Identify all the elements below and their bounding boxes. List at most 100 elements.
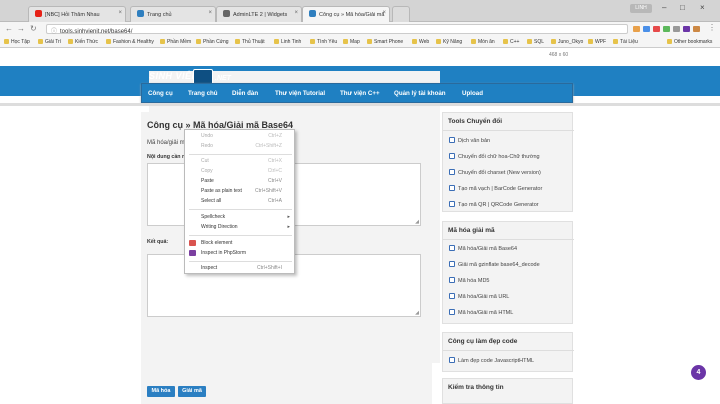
nav-tutorial-library[interactable]: Thư viện Tutorial <box>275 90 325 97</box>
nav-tools[interactable]: Công cụ <box>148 90 173 97</box>
extension-icon[interactable] <box>693 26 700 32</box>
menu-item-block-element[interactable]: Block element <box>201 240 232 246</box>
menu-item-select-all[interactable]: Select all <box>201 198 221 204</box>
url-text: tools.sinhvienit.net/base64/ <box>60 29 133 35</box>
close-window-icon[interactable]: × <box>700 3 705 12</box>
page-icon <box>223 10 230 17</box>
profile-chip[interactable]: LINH <box>630 4 652 13</box>
sidebar-link[interactable]: Tạo mã vạch | BarCode Generator <box>449 185 542 192</box>
sidebar-link[interactable]: Mã hóa/Giải mã URL <box>449 293 509 300</box>
sidebar-link[interactable]: Giải mã gzinflate base64_decode <box>449 261 540 268</box>
decode-button[interactable]: Giải mã <box>178 386 206 397</box>
bookmark[interactable]: Tài Liệu <box>613 39 638 45</box>
link-icon <box>449 201 455 207</box>
nav-forum[interactable]: Diễn đàn <box>232 90 258 97</box>
other-bookmarks[interactable]: Other bookmarks <box>667 39 712 45</box>
close-icon[interactable]: × <box>118 10 122 16</box>
bookmark[interactable]: Kỹ Năng <box>436 39 462 45</box>
browser-tab[interactable]: AdminLTE 2 | Widgets × <box>216 6 302 22</box>
menu-item-copy[interactable]: Copy <box>201 168 213 174</box>
extension-icon[interactable] <box>643 26 650 32</box>
nav-home[interactable]: Trang chủ <box>188 90 218 97</box>
bookmark[interactable]: Thủ Thuật <box>235 39 265 45</box>
bookmark[interactable]: Fashion & Healthy <box>106 39 154 45</box>
menu-item-spellcheck[interactable]: Spellcheck <box>201 214 225 220</box>
folder-icon <box>4 39 9 44</box>
menu-item-cut[interactable]: Cut <box>201 158 209 164</box>
menu-item-inspect-phpstorm[interactable]: Inspect in PhpStorm <box>201 250 246 256</box>
menu-item-redo[interactable]: Redo <box>201 143 213 149</box>
link-icon <box>449 293 455 299</box>
url-field[interactable]: ⓘ tools.sinhvienit.net/base64/ <box>46 24 628 35</box>
folder-icon <box>196 39 201 44</box>
menu-item-paste[interactable]: Paste <box>201 178 214 184</box>
bookmark[interactable]: Linh Tinh <box>274 39 301 45</box>
youtube-icon <box>35 10 42 17</box>
bookmark[interactable]: Học Tập <box>4 39 30 45</box>
browser-tab[interactable]: Trang chủ × <box>130 6 216 22</box>
bookmark[interactable]: C++ <box>503 39 519 45</box>
sidebar-link[interactable]: Tạo mã QR | QRCode Generator <box>449 201 539 208</box>
bookmark[interactable]: Smart Phone <box>367 39 403 45</box>
extension-icon[interactable] <box>633 26 640 32</box>
page-icon <box>137 10 144 17</box>
extension-icon[interactable] <box>653 26 660 32</box>
nav-cpp-library[interactable]: Thư viện C++ <box>340 90 380 97</box>
sidebar-link[interactable]: Mã hóa/Giải mã Base64 <box>449 245 517 252</box>
folder-icon <box>436 39 441 44</box>
forward-icon[interactable]: → <box>17 24 25 33</box>
extension-icon[interactable] <box>663 26 670 32</box>
menu-icon[interactable]: ⋮ <box>708 23 716 32</box>
minimize-icon[interactable]: – <box>662 3 666 12</box>
browser-tab[interactable]: [NBC] Hỏi Thăm Nhau × <box>28 6 126 22</box>
reload-icon[interactable]: ↻ <box>30 24 37 33</box>
sidebar-link[interactable]: Mã hóa/Giải mã HTML <box>449 309 513 316</box>
bookmark[interactable]: Map <box>343 39 360 45</box>
tab-title: AdminLTE 2 | Widgets <box>233 12 288 18</box>
close-icon[interactable]: × <box>208 10 212 16</box>
menu-item-writing-direction[interactable]: Writing Direction <box>201 224 238 230</box>
menu-item-undo[interactable]: Undo <box>201 133 213 139</box>
tab-title: Trang chủ <box>147 12 172 18</box>
bookmark[interactable]: Phần Cứng <box>196 39 229 45</box>
sidebar-link[interactable]: Chuyển đổi charset (New version) <box>449 169 541 176</box>
close-icon[interactable]: × <box>294 10 298 16</box>
bookmark[interactable]: Kiến Thức <box>68 39 98 45</box>
bookmark[interactable]: Web <box>412 39 429 45</box>
bookmark[interactable]: Giải Trí <box>38 39 61 45</box>
back-icon[interactable]: ← <box>5 24 13 33</box>
extension-icon[interactable] <box>683 26 690 32</box>
sidebar-link[interactable]: Mã hóa MD5 <box>449 277 490 284</box>
panel-title: Mã hóa giải mã <box>448 227 495 234</box>
bookmark[interactable]: Phần Mềm <box>160 39 191 45</box>
encode-button[interactable]: Mã hóa <box>147 386 175 397</box>
sidebar-link[interactable]: Dịch văn bản <box>449 137 490 144</box>
link-icon <box>449 309 455 315</box>
bookmark[interactable]: SQL <box>527 39 544 45</box>
browser-tab-active[interactable]: Công cụ » Mã hóa/Giải mã × <box>302 6 390 22</box>
ad-size-label: 468 x 60 <box>549 52 569 58</box>
resize-handle-icon[interactable]: ◢ <box>415 219 419 225</box>
resize-handle-icon[interactable]: ◢ <box>415 310 419 316</box>
shortcut: Ctrl+Shift+I <box>256 265 282 271</box>
menu-separator <box>189 235 292 236</box>
shortcut: Ctrl+A <box>267 198 282 204</box>
maximize-icon[interactable]: □ <box>680 3 685 12</box>
bookmark[interactable]: WPF <box>588 39 606 45</box>
folder-icon <box>274 39 279 44</box>
sidebar-link[interactable]: Làm đẹp code JavascriptHTML <box>449 357 534 364</box>
menu-item-paste-plain[interactable]: Paste as plain text <box>201 188 242 194</box>
close-icon[interactable]: × <box>382 10 386 16</box>
nav-account[interactable]: Quản lý tài khoản <box>394 90 446 97</box>
sidebar-link[interactable]: Chuyển đổi chữ hoa-Chữ thường <box>449 153 540 160</box>
nav-upload[interactable]: Upload <box>462 90 483 97</box>
notification-badge-button[interactable]: 4 <box>691 365 706 380</box>
shortcut: Ctrl+Shift+Z <box>255 143 282 149</box>
extension-icon[interactable] <box>673 26 680 32</box>
bookmark[interactable]: Juno_Okyo <box>551 39 583 45</box>
menu-item-inspect[interactable]: Inspect <box>201 265 217 271</box>
new-tab-button[interactable] <box>392 6 410 22</box>
phpstorm-icon <box>189 250 196 256</box>
bookmark[interactable]: Tình Yêu <box>310 39 337 45</box>
bookmark[interactable]: Món ăn <box>471 39 495 45</box>
